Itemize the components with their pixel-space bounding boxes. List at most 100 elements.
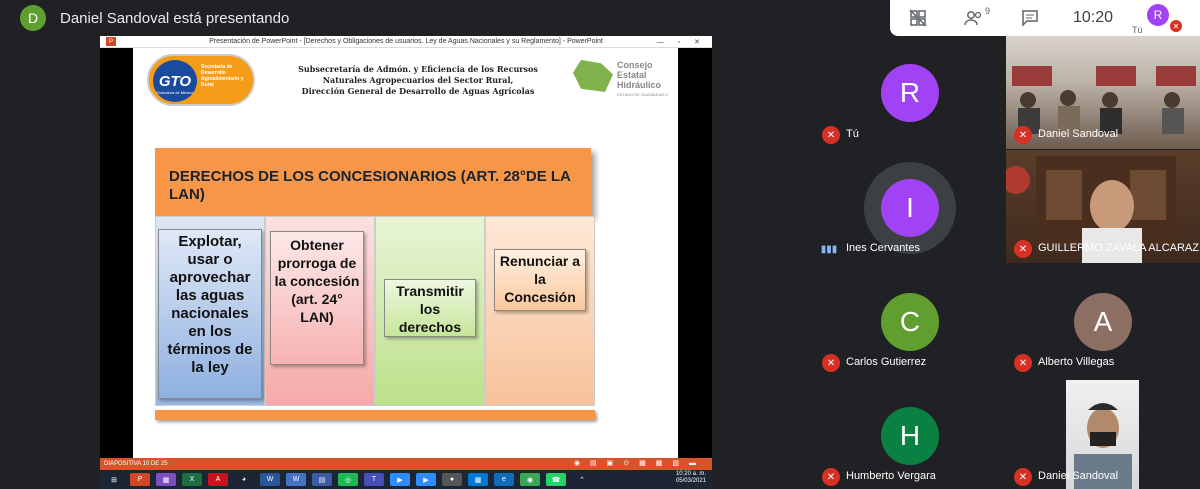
participant-name: Tú xyxy=(846,128,859,140)
participant-name: Ines Cervantes xyxy=(846,242,920,254)
acrobat-taskbar-icon[interactable]: A xyxy=(208,473,228,486)
self-label: Tú xyxy=(1132,25,1143,35)
view-buttons-icon[interactable]: ◉▤▣⊙▦▩▧▬ xyxy=(574,459,706,467)
participants-icon[interactable]: 9 xyxy=(946,0,1002,36)
mic-off-icon: ✕ xyxy=(1014,126,1032,144)
participant-avatar: I xyxy=(881,179,939,237)
app-taskbar-icon[interactable]: ● xyxy=(442,473,462,486)
participant-avatar: R xyxy=(881,64,939,122)
system-tray-icon[interactable]: ⌃ xyxy=(572,473,592,486)
header-line: Dirección General de Desarrollo de Aguas… xyxy=(301,86,535,96)
windows-taskbar: ⊞ P ▦ X A ◕ W W ▤ ◎ T ▶ ▶ ● ▦ e ◉ ☎ ⌃ 10… xyxy=(100,470,712,489)
participant-tile[interactable]: ✕ Daniel Sandoval xyxy=(1006,378,1200,489)
ch-logo-sub: ESTADO DE GUANAJUATO xyxy=(617,92,668,97)
layout-grid-icon[interactable] xyxy=(890,0,946,36)
ch-logo-line: Consejo xyxy=(617,60,653,70)
slide-canvas: GTO Grandeza de México Secretaría de Des… xyxy=(100,48,712,458)
participant-name: Daniel Sandoval xyxy=(1038,128,1119,140)
participant-avatar: A xyxy=(1074,293,1132,351)
ch-logo-line: Hidráulico xyxy=(617,80,662,90)
participant-video-tile[interactable]: ✕ GUILLERMO ZAVALA ALCARAZ xyxy=(1006,150,1200,263)
taskbar-clock: 10:20 a. m. 05/03/2021 xyxy=(676,471,706,485)
windows-start-icon[interactable]: ⊞ xyxy=(104,473,124,486)
participant-tile[interactable]: A ✕ Alberto Villegas xyxy=(1006,264,1200,377)
spotify-taskbar-icon[interactable]: ◎ xyxy=(338,473,358,486)
rights-column-1: Explotar, usar o aprovechar las aguas na… xyxy=(155,216,265,406)
participant-name: Humberto Vergara xyxy=(846,470,936,482)
mic-off-icon: ✕ xyxy=(1014,468,1032,486)
self-avatar: R xyxy=(1147,4,1169,26)
rights-column-4: Renunciar a la Concesión xyxy=(485,216,595,406)
ppt-titlebar: P Presentación de PowerPoint - [Derechos… xyxy=(100,36,712,48)
gto-logo-mark: GTO xyxy=(153,60,197,102)
rights-column-3: Transmitir los derechos xyxy=(375,216,485,406)
teams-taskbar-icon[interactable]: T xyxy=(364,473,384,486)
ch-logo-line: Estatal xyxy=(617,70,647,80)
guanajuato-map-icon xyxy=(573,60,613,92)
slide-bottom-bar xyxy=(155,410,595,420)
gto-logo: GTO Grandeza de México Secretaría de Des… xyxy=(147,54,255,106)
shared-powerpoint-window: P Presentación de PowerPoint - [Derechos… xyxy=(100,36,712,470)
app-taskbar-icon[interactable]: ▦ xyxy=(156,473,176,486)
rights-item: Transmitir los derechos xyxy=(384,279,476,337)
gto-logo-sub: Grandeza de México xyxy=(156,90,194,95)
self-preview[interactable]: R Tú ✕ xyxy=(1128,0,1188,36)
word-taskbar-icon[interactable]: W xyxy=(260,473,280,486)
participant-tile[interactable]: C ✕ Carlos Gutierrez xyxy=(816,264,1002,377)
chat-icon[interactable] xyxy=(1002,0,1058,36)
rights-item: Renunciar a la Concesión xyxy=(494,249,586,311)
app-taskbar-icon[interactable]: ◉ xyxy=(520,473,540,486)
taskbar-time: 10:20 a. m. xyxy=(675,471,706,477)
edge-taskbar-icon[interactable]: e xyxy=(494,473,514,486)
slide-counter: DIAPOSITIVA 10 DE 25 xyxy=(104,461,168,467)
mic-off-icon: ✕ xyxy=(822,468,840,486)
participant-video-tile[interactable]: ✕ Daniel Sandoval xyxy=(1006,36,1200,149)
participant-name: GUILLERMO ZAVALA ALCARAZ xyxy=(1038,242,1199,254)
rights-column-2: Obtener prorroga de la concesión (art. 2… xyxy=(265,216,375,406)
calculator-taskbar-icon[interactable]: ▦ xyxy=(468,473,488,486)
app-taskbar-icon[interactable]: ▤ xyxy=(312,473,332,486)
meeting-toolbar: 9 10:20 R Tú ✕ xyxy=(890,0,1200,36)
excel-taskbar-icon[interactable]: X xyxy=(182,473,202,486)
slide-header-text: Subsecretaría de Admón. y Eficiencia de … xyxy=(283,64,553,97)
zoom-taskbar-icon[interactable]: ▶ xyxy=(390,473,410,486)
mic-off-icon: ✕ xyxy=(822,354,840,372)
participant-name: Carlos Gutierrez xyxy=(846,356,927,368)
ppt-window-title: Presentación de PowerPoint - [Derechos y… xyxy=(209,38,603,45)
participant-name: Alberto Villegas xyxy=(1038,356,1115,368)
rights-item: Obtener prorroga de la concesión (art. 2… xyxy=(270,231,364,365)
consejo-hidraulico-logo: Consejo Estatal Hidráulico ESTADO DE GUA… xyxy=(573,56,673,97)
meeting-clock: 10:20 xyxy=(1072,9,1114,26)
header-line: Naturales Agropecuarios del Sector Rural… xyxy=(322,75,514,85)
zoom-alt-taskbar-icon[interactable]: ▶ xyxy=(416,473,436,486)
mic-off-icon: ✕ xyxy=(1014,240,1032,258)
powerpoint-taskbar-icon[interactable]: P xyxy=(130,473,150,486)
word-alt-taskbar-icon[interactable]: W xyxy=(286,473,306,486)
participant-tile[interactable]: H ✕ Humberto Vergara xyxy=(816,378,1002,489)
chrome-taskbar-icon[interactable]: ◕ xyxy=(234,473,254,486)
presenter-label: Daniel Sandoval está presentando xyxy=(60,9,290,27)
slide-heading: DERECHOS DE LOS CONCESIONARIOS (ART. 28°… xyxy=(155,148,591,216)
mic-off-icon: ✕ xyxy=(822,126,840,144)
taskbar-date: 05/03/2021 xyxy=(675,478,706,484)
participant-name: Daniel Sandoval xyxy=(1038,470,1119,482)
participant-avatar: C xyxy=(881,293,939,351)
whatsapp-taskbar-icon[interactable]: ☎ xyxy=(546,473,566,486)
participant-tile[interactable]: R ✕ Tú xyxy=(816,36,1002,149)
slide-heading-text: DERECHOS DE LOS CONCESIONARIOS (ART. 28°… xyxy=(169,168,571,203)
participant-avatar: H xyxy=(881,407,939,465)
gto-logo-text: Secretaría de Desarrollo Agroalimentario… xyxy=(201,64,244,88)
presenter-avatar: D xyxy=(20,5,46,31)
rights-item: Explotar, usar o aprovechar las aguas na… xyxy=(158,229,262,399)
mic-off-icon: ✕ xyxy=(1014,354,1032,372)
ppt-statusbar: DIAPOSITIVA 10 DE 25 ◉▤▣⊙▦▩▧▬ xyxy=(100,458,712,470)
header-line: Subsecretaría de Admón. y Eficiencia de … xyxy=(298,64,538,74)
window-controls-icon[interactable]: — ▫ ✕ xyxy=(657,38,706,46)
participants-count-badge: 9 xyxy=(984,6,990,16)
audio-level-icon: ▮▮▮ xyxy=(820,243,838,255)
slide: GTO Grandeza de México Secretaría de Des… xyxy=(133,48,678,458)
mic-off-icon: ✕ xyxy=(1170,20,1182,32)
ch-logo-text: Consejo Estatal Hidráulico xyxy=(617,60,661,90)
participant-tile[interactable]: I ▮▮▮ Ines Cervantes xyxy=(816,150,1002,263)
presenter-bar: D Daniel Sandoval está presentando xyxy=(0,0,890,36)
